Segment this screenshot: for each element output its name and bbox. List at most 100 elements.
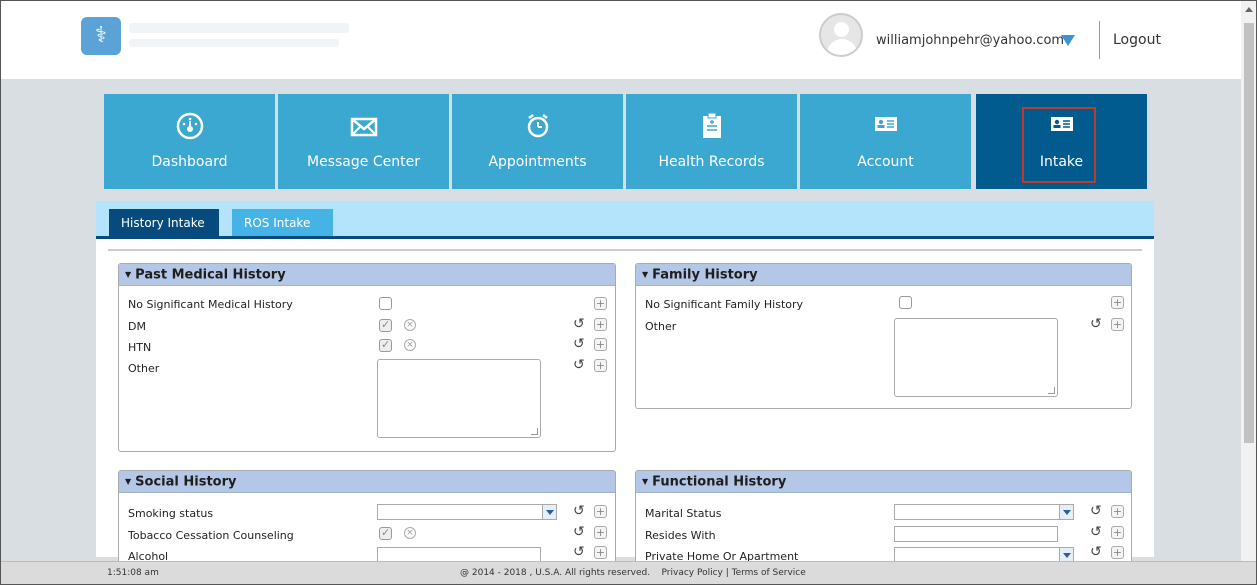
tobacco-counseling-checkbox[interactable] <box>379 526 392 540</box>
envelope-icon <box>278 112 449 142</box>
undo-icon[interactable]: ↺ <box>573 358 585 372</box>
add-note-icon[interactable]: + <box>594 318 607 331</box>
main-nav: Dashboard Message Center Appointments He… <box>104 94 1148 189</box>
undo-icon[interactable]: ↺ <box>573 525 585 539</box>
add-note-icon[interactable]: + <box>594 297 607 310</box>
intake-highlight-box <box>1022 107 1096 183</box>
avatar-head <box>834 22 849 37</box>
add-note-icon[interactable]: + <box>1111 505 1124 518</box>
footer-copyright[interactable]: @ 2014 - 2018 , U.S.A. All rights reserv… <box>460 568 806 578</box>
undo-icon[interactable]: ↺ <box>1090 525 1102 539</box>
fnh-row-label: Resides With <box>645 529 716 542</box>
user-avatar[interactable] <box>819 13 863 57</box>
stethoscope-logo-icon[interactable]: ⚕ <box>81 17 121 55</box>
dropdown-arrow-icon <box>1059 548 1073 562</box>
add-note-icon[interactable]: + <box>1111 318 1124 331</box>
nav-message-center[interactable]: Message Center <box>278 94 449 189</box>
smoking-status-select[interactable] <box>377 504 557 520</box>
undo-icon[interactable]: ↺ <box>573 504 585 518</box>
nav-dashboard-label: Dashboard <box>151 154 228 170</box>
pmh-other-textarea[interactable] <box>377 359 541 438</box>
app-window: ⚕ williamjohnpehr@yahoo.com Logout Dashb… <box>0 0 1257 585</box>
undo-icon[interactable]: ↺ <box>573 545 585 559</box>
dropdown-arrow-icon <box>1059 505 1073 519</box>
pmh-no-significant-checkbox[interactable] <box>379 297 392 310</box>
nav-health-records[interactable]: Health Records <box>626 94 797 189</box>
pmh-row-label: DM <box>128 320 146 333</box>
scroll-thumb[interactable] <box>1244 23 1254 443</box>
footer-clock: 1:51:08 am <box>107 568 159 578</box>
past-medical-history-title: Past Medical History <box>135 267 286 283</box>
collapse-caret-icon[interactable]: ▼ <box>125 270 131 279</box>
top-header: ⚕ williamjohnpehr@yahoo.com Logout <box>1 1 1241 79</box>
nav-message-center-label: Message Center <box>307 154 420 170</box>
avatar-body <box>827 39 857 55</box>
undo-icon[interactable]: ↺ <box>1090 317 1102 331</box>
header-divider <box>1099 21 1100 59</box>
nav-dashboard[interactable]: Dashboard <box>104 94 275 189</box>
undo-icon[interactable]: ↺ <box>573 317 585 331</box>
add-note-icon[interactable]: + <box>594 338 607 351</box>
resides-with-input[interactable] <box>894 526 1058 542</box>
nav-health-records-label: Health Records <box>658 154 765 170</box>
family-history-title: Family History <box>652 267 758 283</box>
pmh-dm-checkbox[interactable] <box>379 318 392 332</box>
add-note-icon[interactable]: + <box>1111 526 1124 539</box>
add-note-icon[interactable]: + <box>594 505 607 518</box>
add-note-icon[interactable]: + <box>1111 296 1124 309</box>
dropdown-arrow-icon <box>542 505 556 519</box>
section-past-medical-history: ▼ Past Medical History <box>118 263 616 452</box>
add-note-icon[interactable]: + <box>594 546 607 559</box>
add-note-icon[interactable]: + <box>594 359 607 372</box>
pmh-row-label: Other <box>128 362 160 375</box>
content-top-rule <box>108 249 1142 251</box>
family-history-header[interactable]: ▼ Family History <box>636 264 1131 286</box>
fnh-row-label: Marital Status <box>645 507 722 520</box>
user-email[interactable]: williamjohnpehr@yahoo.com <box>876 33 1064 48</box>
nav-appointments-label: Appointments <box>488 154 587 170</box>
fh-row-label: No Significant Family History <box>645 298 804 311</box>
undo-icon[interactable]: ↺ <box>573 337 585 351</box>
fh-row-label: Other <box>645 320 677 333</box>
social-history-header[interactable]: ▼ Social History <box>119 471 615 493</box>
nav-intake[interactable]: Intake <box>976 94 1147 189</box>
clear-icon[interactable]: × <box>404 339 416 351</box>
tab-history-intake[interactable]: History Intake <box>109 209 219 237</box>
add-note-icon[interactable]: + <box>594 526 607 539</box>
clear-icon[interactable]: × <box>404 319 416 331</box>
nav-appointments[interactable]: Appointments <box>452 94 623 189</box>
scroll-up-arrow-icon[interactable] <box>1245 7 1253 12</box>
clipboard-icon <box>626 112 797 142</box>
pmh-row-label: HTN <box>128 341 152 354</box>
logo-tagline <box>129 39 339 47</box>
logo-wordmark <box>129 23 349 33</box>
logout-link[interactable]: Logout <box>1113 32 1161 48</box>
fh-other-textarea[interactable] <box>894 318 1058 397</box>
pmh-htn-checkbox[interactable] <box>379 338 392 352</box>
marital-status-select[interactable] <box>894 504 1074 520</box>
undo-icon[interactable]: ↺ <box>1090 504 1102 518</box>
clear-icon[interactable]: × <box>404 527 416 539</box>
sh-row-label: Tobacco Cessation Counseling <box>128 529 294 542</box>
social-history-title: Social History <box>135 474 237 490</box>
page-footer: 1:51:08 am @ 2014 - 2018 , U.S.A. All ri… <box>1 561 1256 584</box>
collapse-caret-icon[interactable]: ▼ <box>642 477 648 486</box>
nav-account[interactable]: Account <box>800 94 971 189</box>
functional-history-title: Functional History <box>652 474 787 490</box>
past-medical-history-header[interactable]: ▼ Past Medical History <box>119 264 615 286</box>
intake-tab-bar: History Intake ROS Intake <box>96 201 1154 237</box>
alarm-clock-icon <box>452 112 623 142</box>
functional-history-header[interactable]: ▼ Functional History <box>636 471 1131 493</box>
id-card-icon <box>800 112 971 142</box>
pmh-row-label: No Significant Medical History <box>128 298 293 311</box>
dashboard-icon <box>104 112 275 142</box>
nav-account-label: Account <box>857 154 914 170</box>
collapse-caret-icon[interactable]: ▼ <box>125 477 131 486</box>
user-menu-caret-icon[interactable] <box>1061 35 1075 46</box>
add-note-icon[interactable]: + <box>1111 546 1124 559</box>
fh-no-significant-checkbox[interactable] <box>899 296 912 309</box>
undo-icon[interactable]: ↺ <box>1090 545 1102 559</box>
tab-ros-intake[interactable]: ROS Intake <box>232 209 333 237</box>
sh-row-label: Smoking status <box>128 507 214 520</box>
collapse-caret-icon[interactable]: ▼ <box>642 270 648 279</box>
